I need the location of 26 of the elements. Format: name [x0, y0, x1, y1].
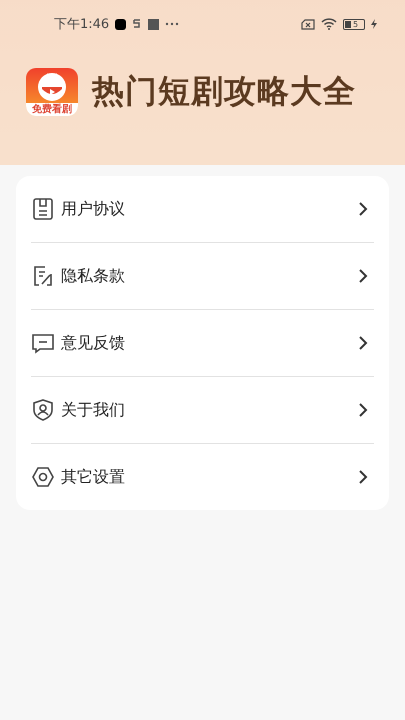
app-title: 热门短剧攻略大全	[92, 71, 356, 112]
menu-icon	[31, 197, 55, 221]
notification-icon	[148, 18, 160, 30]
chevron-right-icon	[358, 336, 368, 350]
chevron-right-icon	[358, 403, 368, 417]
wifi-icon	[321, 18, 337, 30]
logo-label: 免费看剧	[26, 103, 78, 116]
menu-icon	[31, 398, 55, 422]
more-icon	[165, 22, 180, 26]
no-sim-icon	[301, 18, 315, 30]
menu-icon	[31, 331, 55, 355]
menu-item[interactable]: 其它设置	[31, 444, 374, 510]
notification-icon	[115, 18, 126, 30]
menu-item[interactable]: 隐私条款	[31, 243, 374, 310]
menu-item[interactable]: 关于我们	[31, 377, 374, 444]
menu-item[interactable]: 用户协议	[31, 176, 374, 243]
chevron-right-icon	[358, 470, 368, 484]
chevron-right-icon	[358, 202, 368, 216]
app-notification-icon	[132, 18, 142, 30]
menu-item[interactable]: 意见反馈	[31, 310, 374, 377]
chevron-right-icon	[358, 269, 368, 283]
status-time: 下午1:46	[54, 16, 110, 33]
menu-icon	[31, 465, 55, 489]
menu-icon	[31, 264, 55, 288]
charging-icon	[371, 19, 377, 29]
battery-icon: 5	[343, 18, 365, 30]
